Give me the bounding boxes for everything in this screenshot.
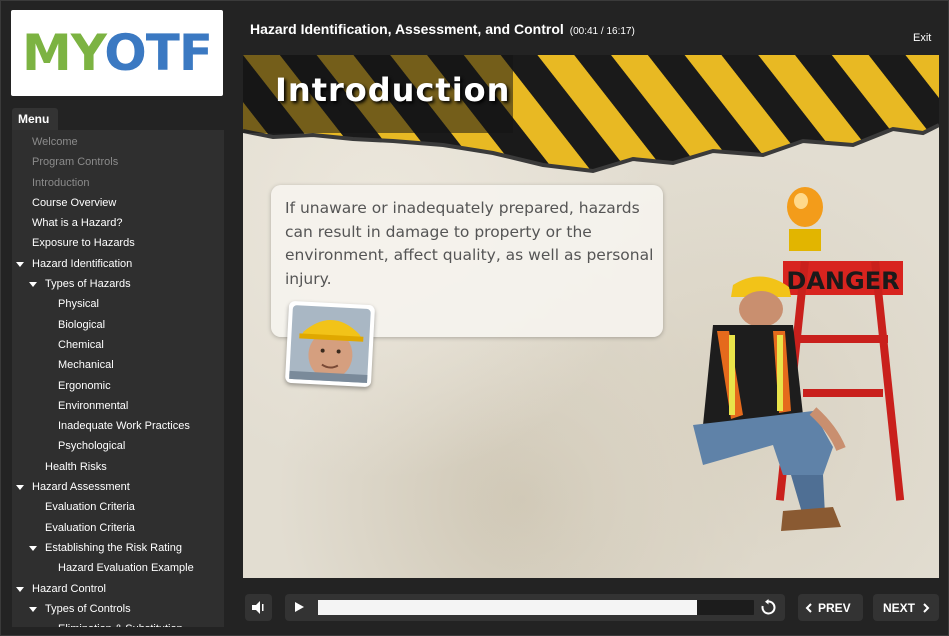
menu-item[interactable]: Hazard Control — [12, 579, 224, 599]
danger-sign-text: DANGER — [786, 267, 899, 295]
menu-item[interactable]: What is a Hazard? — [12, 213, 224, 233]
menu-item-label: Welcome — [32, 136, 78, 148]
caret-down-icon[interactable] — [29, 606, 37, 612]
playback-bar — [285, 594, 785, 621]
next-label: NEXT — [883, 601, 916, 615]
caret-down-icon[interactable] — [29, 282, 37, 288]
menu-item[interactable]: Hazard Assessment — [12, 477, 224, 497]
menu-tab[interactable]: Menu — [12, 108, 58, 130]
logo-otf-text: OTF — [104, 24, 213, 82]
menu-item[interactable]: Course Overview — [12, 193, 224, 213]
replay-icon[interactable] — [760, 599, 777, 616]
menu-item[interactable]: Program Controls — [12, 152, 224, 172]
menu-item-label: Evaluation Criteria — [45, 521, 135, 534]
menu-item-label: Evaluation Criteria — [45, 501, 135, 514]
menu-item[interactable]: Hazard Identification — [12, 254, 224, 274]
app-window: MYOTF Menu Welcome Program Controls Introd… — [0, 0, 949, 636]
exit-button[interactable]: Exit — [913, 32, 931, 44]
menu-item[interactable]: Establishing the Risk Rating — [12, 538, 224, 558]
slide-stage: Introduction If unaware or inadequately … — [243, 55, 939, 578]
menu-item[interactable]: Chemical — [12, 335, 224, 355]
menu-item-label: Hazard Control — [32, 582, 106, 595]
menu-item[interactable]: Exposure to Hazards — [12, 233, 224, 253]
menu-item[interactable]: Environmental — [12, 396, 224, 416]
menu-item[interactable]: Evaluation Criteria — [12, 518, 224, 538]
sidebar-menu: Welcome Program Controls Introduction Cours… — [12, 130, 224, 627]
menu-item-label: Mechanical — [58, 359, 114, 372]
menu-item[interactable]: Elimination & Substitution — [12, 619, 224, 627]
menu-item-label: Psychological — [58, 440, 126, 453]
menu-item[interactable]: Evaluation Criteria — [12, 497, 224, 517]
menu-item[interactable]: Introduction — [12, 173, 224, 193]
worker-and-danger-sign-image: DANGER — [693, 187, 905, 531]
menu-item-label: Biological — [58, 318, 106, 331]
caret-down-icon[interactable] — [29, 545, 37, 551]
menu-item[interactable]: Health Risks — [12, 457, 224, 477]
caret-down-icon[interactable] — [16, 586, 24, 592]
menu-item[interactable]: Welcome — [12, 132, 224, 152]
menu-item-label: What is a Hazard? — [32, 217, 123, 230]
play-icon[interactable] — [295, 602, 304, 612]
caret-down-icon[interactable] — [16, 261, 24, 267]
speaker-icon — [252, 601, 264, 614]
menu-item-label: Health Risks — [45, 460, 107, 473]
prev-button[interactable]: PREV — [798, 594, 863, 621]
progress-track[interactable] — [318, 600, 754, 615]
menu-item-label: Chemical — [58, 338, 104, 351]
menu-item-label: Ergonomic — [58, 379, 111, 392]
menu-item[interactable]: Hazard Evaluation Example — [12, 558, 224, 578]
bubble-text: If unaware or inadequately prepared, haz… — [285, 199, 654, 288]
menu-item[interactable]: Types of Controls — [12, 599, 224, 619]
menu-item-label: Types of Controls — [45, 602, 131, 615]
narrator-portrait — [284, 300, 376, 388]
chevron-left-icon — [805, 603, 812, 613]
caret-down-icon[interactable] — [16, 485, 24, 491]
menu-item-label: Introduction — [32, 176, 90, 189]
menu-item-label: Course Overview — [32, 196, 117, 209]
menu-item-label: Program Controls — [32, 156, 119, 169]
menu-item-label: Types of Hazards — [45, 278, 131, 291]
menu-item-label: Inadequate Work Practices — [58, 420, 190, 433]
menu-item[interactable]: Inadequate Work Practices — [12, 416, 224, 436]
chevron-right-icon — [923, 603, 930, 613]
time-readout: (00:41 / 16:17) — [569, 26, 635, 37]
menu-item[interactable]: Ergonomic — [12, 376, 224, 396]
slide-heading: Introduction — [275, 71, 511, 109]
course-title: Hazard Identification, Assessment, and C… — [250, 21, 564, 37]
next-button[interactable]: NEXT — [873, 594, 939, 621]
logo: MYOTF — [11, 10, 223, 96]
menu-item-label: Hazard Identification — [32, 257, 133, 270]
menu-item-label: Environmental — [58, 399, 129, 412]
course-title-row: Hazard Identification, Assessment, and C… — [250, 21, 635, 37]
menu-item[interactable]: Physical — [12, 294, 224, 314]
menu-item[interactable]: Biological — [12, 315, 224, 335]
logo-my-text: MY — [22, 24, 105, 82]
menu-list: Welcome Program Controls Introduction Cours… — [12, 130, 224, 627]
menu-item[interactable]: Types of Hazards — [12, 274, 224, 294]
menu-item-label: Elimination & Substitution — [58, 623, 183, 627]
menu-item-label: Exposure to Hazards — [32, 237, 135, 250]
menu-item[interactable]: Psychological — [12, 436, 224, 456]
menu-item-label: Hazard Assessment — [32, 481, 130, 494]
menu-item[interactable]: Mechanical — [12, 355, 224, 375]
prev-label: PREV — [818, 601, 851, 615]
progress-fill — [318, 600, 698, 615]
menu-item-label: Hazard Evaluation Example — [58, 562, 194, 575]
volume-button[interactable] — [245, 594, 272, 621]
narrator-face-image — [289, 305, 371, 383]
menu-item-label: Physical — [58, 298, 99, 311]
menu-item-label: Establishing the Risk Rating — [45, 541, 182, 554]
